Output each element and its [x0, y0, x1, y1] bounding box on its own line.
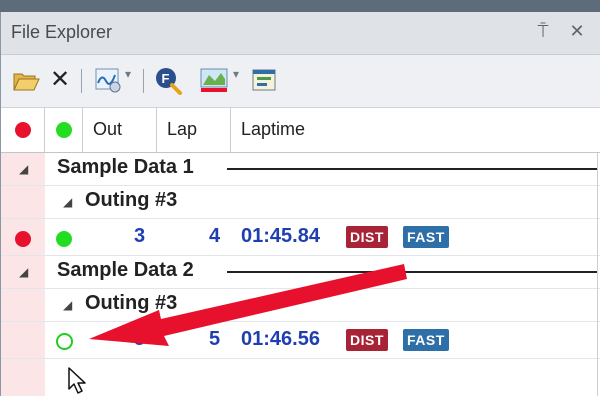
annotation-arrow	[89, 264, 407, 346]
file-explorer-panel: File Explorer ⍑ ✕ ✕ ▾ F ▾ Out Lap Laptim…	[0, 12, 600, 396]
screenshot: File Explorer ⍑ ✕ ✕ ▾ F ▾ Out Lap Laptim…	[0, 0, 600, 396]
mouse-cursor-icon	[68, 367, 86, 394]
annotation-arrow-shape	[89, 264, 407, 346]
window-top-edge	[0, 0, 600, 12]
